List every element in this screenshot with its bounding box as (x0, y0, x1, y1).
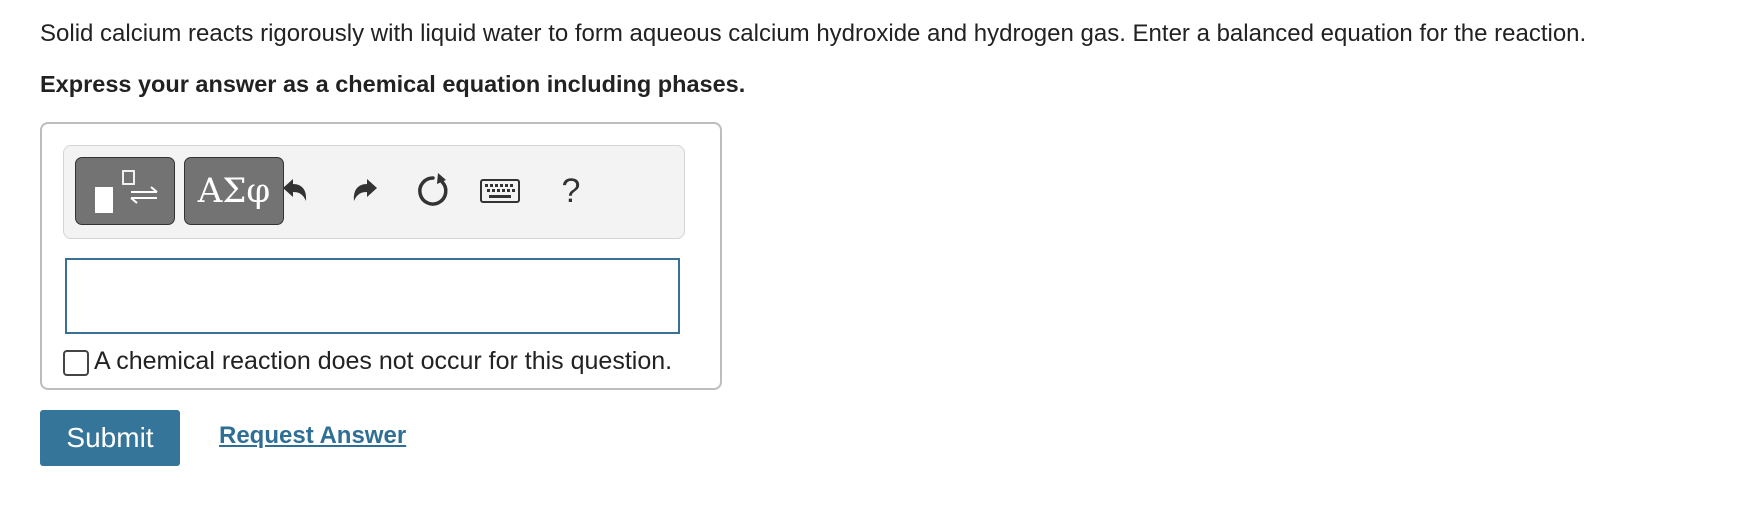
help-button[interactable]: ? (550, 170, 592, 212)
request-answer-link[interactable]: Request Answer (219, 422, 406, 450)
keyboard-button[interactable] (479, 170, 521, 212)
no-reaction-checkbox[interactable] (63, 350, 89, 376)
symbols-label: ΑΣφ (197, 171, 271, 211)
equation-input[interactable] (65, 258, 680, 334)
answer-instruction: Express your answer as a chemical equati… (40, 71, 746, 97)
keyboard-icon (480, 179, 520, 203)
reset-icon (418, 173, 448, 206)
reset-button[interactable] (412, 170, 454, 212)
help-label: ? (561, 171, 581, 210)
undo-button[interactable] (274, 170, 316, 212)
symbols-button[interactable]: ΑΣφ (184, 157, 284, 225)
undo-icon (283, 179, 307, 201)
template-arrows-icon (95, 170, 158, 213)
redo-button[interactable] (344, 170, 386, 212)
templates-button[interactable] (75, 157, 175, 225)
no-reaction-label[interactable]: A chemical reaction does not occur for t… (94, 347, 672, 376)
redo-icon (353, 179, 377, 201)
submit-button[interactable]: Submit (40, 410, 180, 466)
question-text: Solid calcium reacts rigorously with liq… (40, 20, 1587, 47)
